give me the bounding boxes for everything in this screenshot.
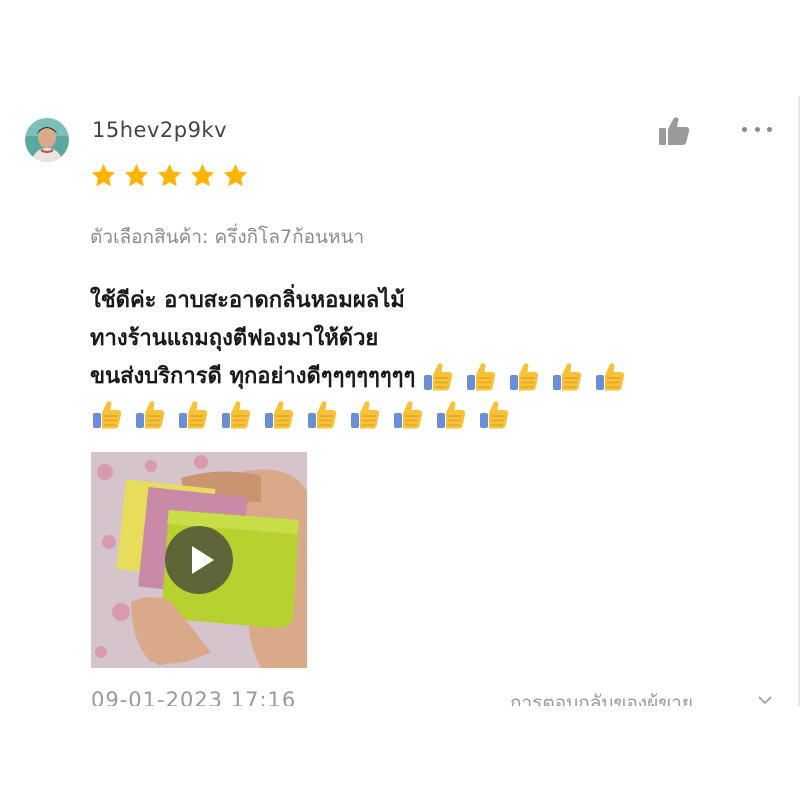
- star-icon: [90, 162, 117, 189]
- review-line-1: ใช้ดีค่ะ อาบสะอาดกลิ่นหอมผลไม้: [90, 288, 405, 313]
- review-date: 09-01-2023 17:16: [91, 688, 297, 706]
- review-card: 15hev2p9kv ตัวเลือกสินค้า: ครึ่งกิโล7ก้อ…: [0, 96, 800, 706]
- thumbs-row: [90, 396, 770, 434]
- variant-label: ตัวเลือกสินค้า: ครึ่งกิโล7ก้อนหนา: [90, 226, 365, 248]
- thumbs-up-emoji-icon: [421, 360, 455, 394]
- dot: [742, 126, 747, 132]
- thumbs-up-emoji-icon: [477, 398, 511, 432]
- play-button[interactable]: [165, 526, 233, 594]
- review-text: ใช้ดีค่ะ อาบสะอาดกลิ่นหอมผลไม้ ทางร้านแถ…: [90, 282, 770, 434]
- thumbs-up-emoji-icon: [262, 398, 296, 432]
- thumbs-up-emoji-icon: [348, 398, 382, 432]
- thumbs-up-emoji-icon: [550, 360, 584, 394]
- thumbs-up-emoji-icon: [219, 398, 253, 432]
- review-line-3: ขนส่งบริการดี ทุกอย่างดีๆๆๆๆๆๆๆๆ: [90, 358, 770, 396]
- thumbs-up-emoji-icon: [133, 398, 167, 432]
- thumbs-up-emoji-icon: [90, 398, 124, 432]
- more-horizontal-icon[interactable]: [742, 122, 772, 136]
- seller-reply-toggle[interactable]: การตอบกลับของผู้ขาย: [510, 688, 693, 706]
- avatar[interactable]: [25, 118, 69, 162]
- thumbs-up-emoji-icon: [593, 360, 627, 394]
- star-icon: [156, 162, 183, 189]
- star-icon: [123, 162, 150, 189]
- star-icon: [189, 162, 216, 189]
- thumbs-up-emoji-icon: [305, 398, 339, 432]
- review-video-thumbnail[interactable]: [91, 452, 307, 668]
- star-rating: [90, 162, 249, 189]
- star-icon: [222, 162, 249, 189]
- thumbs-up-icon[interactable]: [656, 115, 692, 147]
- review-line-2: ทางร้านแถมถุงตีฟองมาให้ด้วย: [90, 326, 379, 351]
- thumbs-up-emoji-icon: [507, 360, 541, 394]
- thumbs-up-emoji-icon: [391, 398, 425, 432]
- review-line-3-text: ขนส่งบริการดี ทุกอย่างดีๆๆๆๆๆๆๆๆ: [90, 364, 416, 389]
- thumbs-up-emoji-icon: [464, 360, 498, 394]
- chevron-down-icon[interactable]: [757, 692, 773, 706]
- thumbs-up-emoji-icon: [434, 398, 468, 432]
- thumbs-up-emoji-icon: [176, 398, 210, 432]
- username[interactable]: 15hev2p9kv: [92, 118, 227, 142]
- dot: [767, 126, 772, 132]
- thumbs-inline: [421, 360, 627, 394]
- play-icon: [192, 546, 214, 574]
- dot: [754, 126, 760, 132]
